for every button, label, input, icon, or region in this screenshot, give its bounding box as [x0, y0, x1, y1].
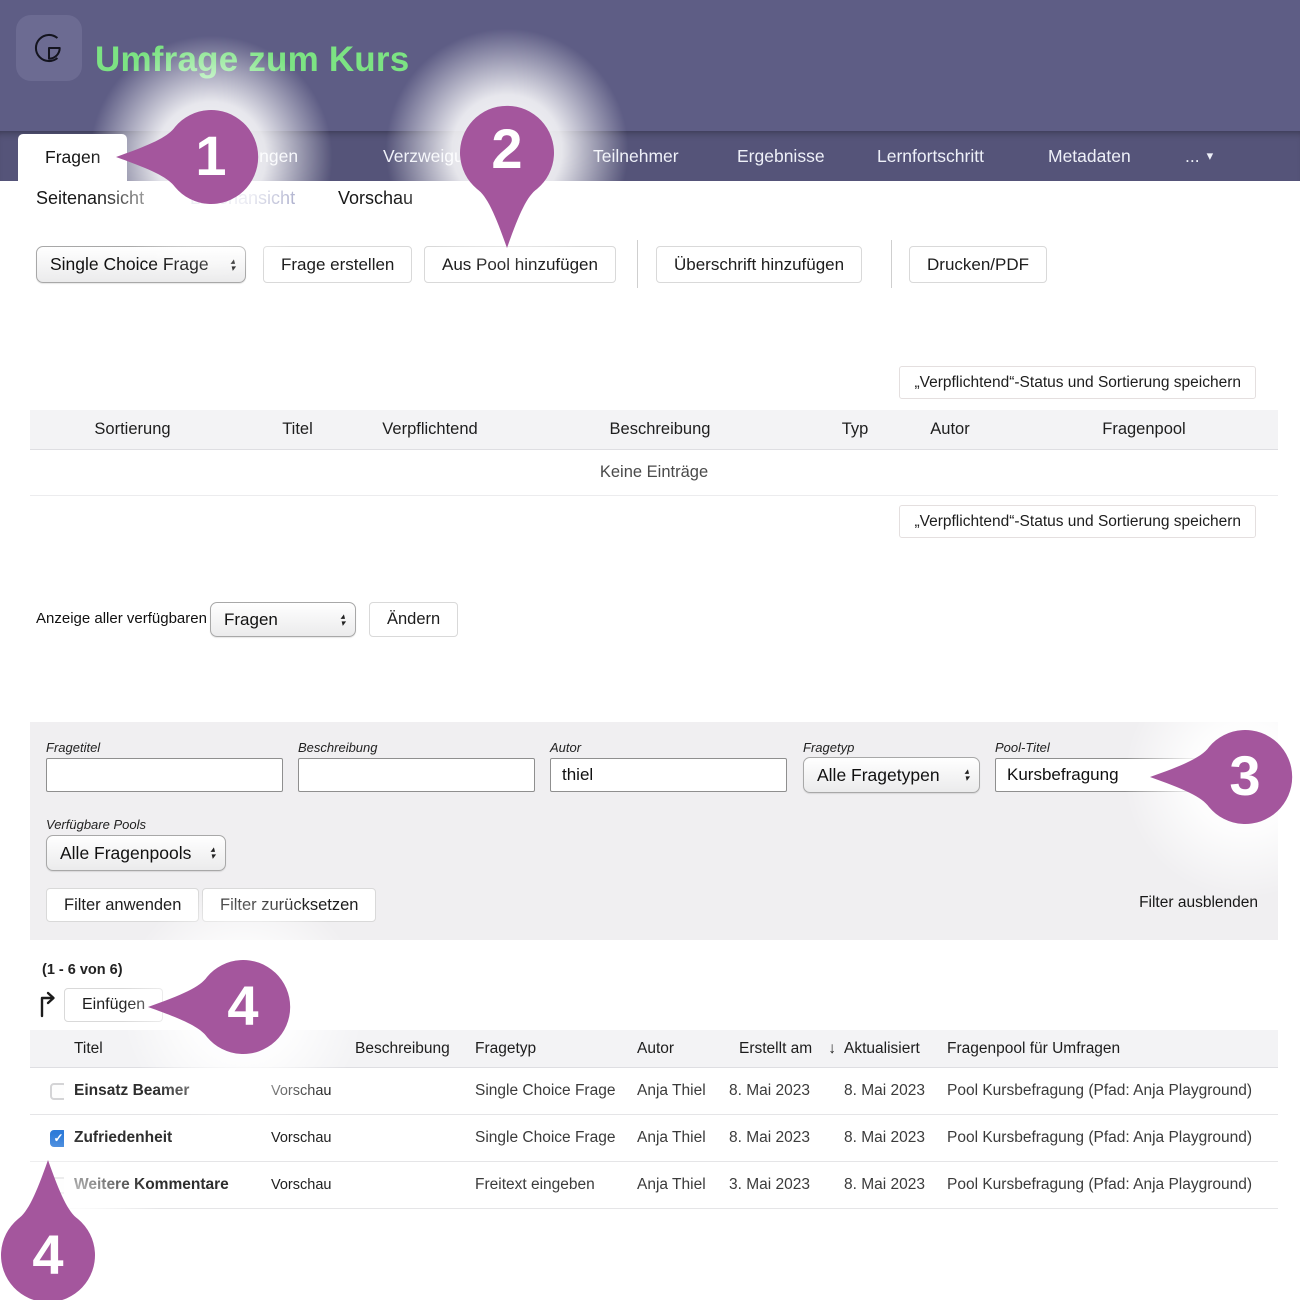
tab-metadaten[interactable]: Metadaten [1048, 131, 1131, 181]
column-aktualisiert[interactable]: Aktualisiert [834, 1040, 937, 1058]
select-arrows-icon: ▴▾ [340, 613, 345, 627]
filter-reset-button[interactable]: Filter zurücksetzen [202, 888, 376, 922]
filter-label-autor: Autor [550, 740, 581, 755]
toolbar-divider [891, 240, 892, 288]
table-row: ✓ Weitere Kommentare Vorschau Freitext e… [30, 1162, 1278, 1209]
display-type-select[interactable]: Fragen ▴▾ [210, 602, 356, 637]
display-all-label: Anzeige aller verfügbaren [36, 610, 207, 627]
select-arrows-icon: ▴▾ [230, 258, 235, 272]
select-arrows-icon: ▴▾ [964, 768, 969, 782]
results-count: (1 - 6 von 6) [42, 962, 123, 978]
beschreibung-input[interactable] [298, 758, 535, 792]
fragetyp-select[interactable]: Alle Fragetypen ▴▾ [803, 757, 980, 793]
tab-overflow-menu[interactable]: ... ▾ [1185, 131, 1213, 181]
row-checkbox[interactable]: ✓ [50, 1130, 64, 1147]
change-button[interactable]: Ändern [369, 602, 458, 637]
row-title: Zufriedenheit [64, 1129, 261, 1147]
annotation-badge-2 [460, 103, 554, 253]
course-logo[interactable] [16, 15, 82, 81]
question-type-select[interactable]: Single Choice Frage ▴▾ [36, 246, 246, 283]
annotation-badge-4-bottom [1, 1160, 95, 1300]
survey-course-icon [30, 29, 68, 67]
row-pool: Pool Kursbefragung (Pfad: Anja Playgroun… [937, 1176, 1278, 1194]
column-typ[interactable]: Typ [820, 420, 890, 439]
column-fragetyp[interactable]: Fragetyp [465, 1040, 627, 1058]
tab-ergebnisse[interactable]: Ergebnisse [737, 131, 825, 181]
filter-label-fragetyp: Fragetyp [803, 740, 854, 755]
table-row: ✓ Einsatz Beamer Vorschau Single Choice … [30, 1068, 1278, 1115]
filter-hide-link[interactable]: Filter ausblenden [1139, 894, 1258, 912]
row-updated: 8. Mai 2023 [834, 1082, 937, 1100]
row-created: 3. Mai 2023 [719, 1176, 834, 1194]
insert-arrow-icon [37, 990, 59, 1023]
row-pool: Pool Kursbefragung (Pfad: Anja Playgroun… [937, 1129, 1278, 1147]
row-type: Single Choice Frage [465, 1082, 627, 1100]
row-updated: 8. Mai 2023 [834, 1129, 937, 1147]
annotation-badge-3 [1150, 730, 1295, 829]
tab-fragen[interactable]: Fragen [18, 134, 127, 181]
tab-teilnehmer[interactable]: Teilnehmer [593, 131, 679, 181]
select-arrows-icon: ▴▾ [210, 846, 215, 860]
row-updated: 8. Mai 2023 [834, 1176, 937, 1194]
row-preview-link[interactable]: Vorschau [261, 1130, 345, 1146]
survey-editor-page: Umfrage zum Kurs Fragen Einstellungen Ve… [0, 0, 1300, 1300]
row-author: Anja Thiel [627, 1176, 719, 1194]
table-row: ✓ Zufriedenheit Vorschau Single Choice F… [30, 1115, 1278, 1162]
filter-label-verfuegbare-pools: Verfügbare Pools [46, 817, 146, 832]
page-title: Umfrage zum Kurs [95, 40, 409, 80]
column-fragenpool[interactable]: Fragenpool [1010, 420, 1278, 439]
annotation-badge-1 [116, 110, 261, 209]
filter-label-beschreibung: Beschreibung [298, 740, 378, 755]
tab-lernfortschritt[interactable]: Lernfortschritt [877, 131, 984, 181]
filter-label-fragetitel: Fragetitel [46, 740, 100, 755]
row-preview-link[interactable]: Vorschau [261, 1083, 345, 1099]
row-created: 8. Mai 2023 [719, 1129, 834, 1147]
column-autor[interactable]: Autor [890, 420, 1010, 439]
save-mandatory-status-button-bottom[interactable]: „Verpflichtend“-Status und Sortierung sp… [899, 505, 1256, 538]
column-erstellt-am[interactable]: Erstellt am↓ [719, 1040, 834, 1058]
fragenpools-select[interactable]: Alle Fragenpools ▴▾ [46, 835, 226, 871]
subtab-vorschau[interactable]: Vorschau [338, 188, 413, 209]
filter-label-pool-titel: Pool-Titel [995, 740, 1050, 755]
row-checkbox[interactable]: ✓ [50, 1083, 64, 1100]
filter-panel: Fragetitel Beschreibung Autor Fragetyp P… [30, 722, 1278, 940]
chevron-down-icon: ▾ [1207, 148, 1214, 164]
questions-table-header: Sortierung Titel Verpflichtend Beschreib… [30, 410, 1278, 450]
row-type: Single Choice Frage [465, 1129, 627, 1147]
column-fragenpool-fuer-umfragen[interactable]: Fragenpool für Umfragen [937, 1040, 1278, 1058]
annotation-badge-4 [148, 960, 293, 1059]
column-sortierung[interactable]: Sortierung [30, 420, 235, 439]
questions-table-empty-message: Keine Einträge [30, 450, 1278, 496]
column-autor[interactable]: Autor [627, 1040, 719, 1058]
row-pool: Pool Kursbefragung (Pfad: Anja Playgroun… [937, 1082, 1278, 1100]
row-author: Anja Thiel [627, 1129, 719, 1147]
add-heading-button[interactable]: Überschrift hinzufügen [656, 246, 862, 283]
column-verpflichtend[interactable]: Verpflichtend [360, 420, 500, 439]
column-beschreibung[interactable]: Beschreibung [500, 420, 820, 439]
create-question-button[interactable]: Frage erstellen [263, 246, 412, 283]
fragetitel-input[interactable] [46, 758, 283, 792]
row-title: Einsatz Beamer [64, 1082, 261, 1100]
print-pdf-button[interactable]: Drucken/PDF [909, 246, 1047, 283]
column-titel[interactable]: Titel [235, 420, 360, 439]
row-type: Freitext eingeben [465, 1176, 627, 1194]
row-author: Anja Thiel [627, 1082, 719, 1100]
filter-apply-button[interactable]: Filter anwenden [46, 888, 199, 922]
toolbar-divider [637, 240, 638, 288]
column-beschreibung[interactable]: Beschreibung [345, 1040, 465, 1058]
row-preview-link[interactable]: Vorschau [261, 1177, 345, 1193]
save-mandatory-status-button-top[interactable]: „Verpflichtend“-Status und Sortierung sp… [899, 366, 1256, 399]
row-created: 8. Mai 2023 [719, 1082, 834, 1100]
autor-input[interactable] [550, 758, 787, 792]
